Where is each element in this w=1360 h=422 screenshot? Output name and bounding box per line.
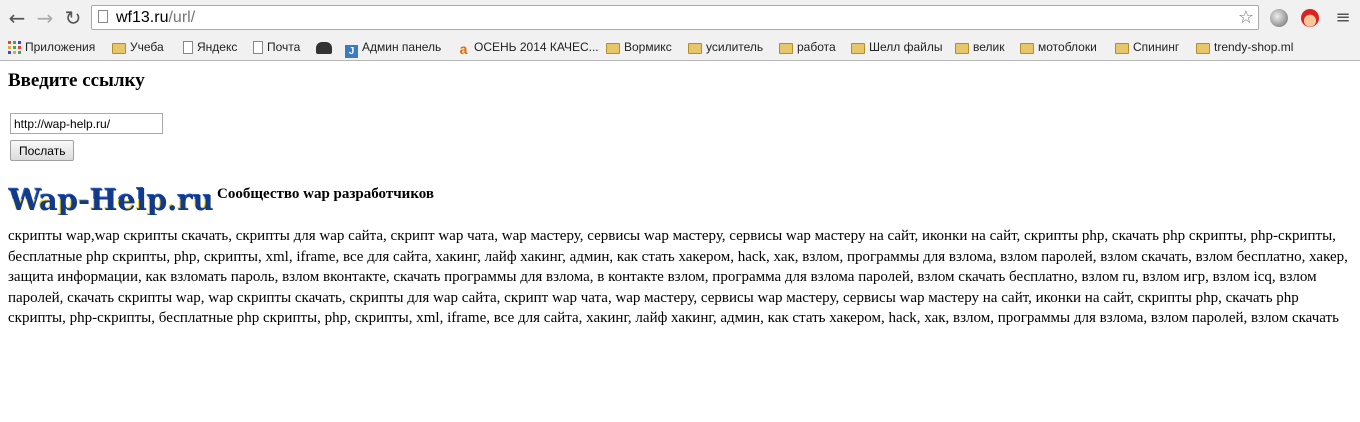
address-url[interactable]: wf13.ru/url/ (116, 9, 195, 27)
bookmark-label: Вормикс (624, 40, 672, 54)
bookmark-wormix[interactable]: Вормикс (606, 39, 672, 55)
bookmark-label: Шелл файлы (869, 40, 943, 54)
bookmark-label: ОСЕНЬ 2014 КАЧЕС... (474, 40, 599, 54)
bookmark-ucheba[interactable]: Учеба (112, 39, 164, 55)
menu-icon[interactable]: ≡ (1335, 7, 1351, 29)
folder-icon (688, 43, 702, 54)
browser-toolbar: ← → ↻ wf13.ru/url/ ☆ ≡ (0, 0, 1360, 36)
bookmark-spining[interactable]: Спининг (1115, 39, 1179, 55)
santa-icon[interactable] (1301, 9, 1319, 27)
logo-text: Wap-Help.ru (8, 183, 213, 215)
url-host: wf13.ru (116, 9, 169, 26)
bookmark-motobloki[interactable]: мотоблоки (1020, 39, 1097, 55)
page-content: Введите ссылку Послать Wap-Help.ru Сообщ… (8, 64, 1356, 326)
bookmark-usilitel[interactable]: усилитель (688, 39, 763, 55)
bookmark-osen-2014[interactable]: a ОСЕНЬ 2014 КАЧЕС... (457, 39, 599, 57)
bookmark-admin-panel[interactable]: J Админ панель (345, 39, 442, 58)
bookmark-label: усилитель (706, 40, 764, 54)
bookmark-label: Приложения (25, 40, 96, 54)
folder-icon (1020, 43, 1034, 54)
bookmark-label: Почта (267, 40, 301, 54)
bookmark-spy[interactable] (316, 39, 336, 55)
bookmark-label: мотоблоки (1038, 40, 1097, 54)
folder-icon (112, 43, 126, 54)
address-bar[interactable]: wf13.ru/url/ ☆ (91, 5, 1259, 30)
url-path: /url/ (168, 9, 196, 26)
spy-icon (316, 42, 332, 54)
bookmark-label: работа (797, 40, 836, 54)
forward-icon[interactable]: → (34, 7, 56, 29)
bookmark-yandex[interactable]: Яндекс (183, 39, 237, 55)
page-icon (98, 10, 108, 23)
bookmark-label: Учеба (130, 40, 164, 54)
page-icon (183, 41, 193, 54)
bookmark-rabota[interactable]: работа (779, 39, 836, 55)
folder-icon (779, 43, 793, 54)
folder-icon (1196, 43, 1210, 54)
folder-icon (851, 43, 865, 54)
bookmark-label: trendy-shop.ml (1214, 40, 1294, 54)
folder-icon (955, 43, 969, 54)
bookmark-shell-files[interactable]: Шелл файлы (851, 39, 943, 55)
bookmark-velik[interactable]: велик (955, 39, 1004, 55)
site-tagline: Сообщество wap разработчиков (217, 186, 434, 202)
site-logo[interactable]: Wap-Help.ru (8, 183, 214, 215)
bookmark-trendy-shop[interactable]: trendy-shop.ml (1196, 39, 1293, 55)
bookmark-label: Яндекс (197, 40, 238, 54)
folder-icon (1115, 43, 1129, 54)
folder-icon (606, 43, 620, 54)
bookmark-label: Спининг (1133, 40, 1180, 54)
a-letter-icon: a (459, 41, 468, 57)
keywords-text: скрипты wap,wap скрипты скачать, скрипты… (8, 228, 1348, 326)
page-title: Введите ссылку (8, 70, 145, 91)
globe-icon[interactable] (1270, 9, 1288, 27)
bookmark-label: Админ панель (362, 40, 442, 54)
bookmark-label: велик (973, 40, 1005, 54)
bookmark-apps[interactable]: Приложения (8, 39, 95, 55)
reload-icon[interactable]: ↻ (62, 7, 84, 29)
star-icon[interactable]: ☆ (1238, 6, 1254, 29)
back-icon[interactable]: ← (6, 7, 28, 29)
browser-chrome: ← → ↻ wf13.ru/url/ ☆ ≡ Приложения Учеба … (0, 0, 1360, 61)
bookmarks-bar: Приложения Учеба Яндекс Почта J Админ пан… (0, 36, 1360, 58)
page-icon (253, 41, 263, 54)
submit-button[interactable]: Послать (10, 140, 75, 161)
url-input[interactable] (10, 113, 163, 134)
apps-grid-icon (8, 41, 21, 54)
joomla-icon: J (345, 45, 358, 58)
bookmark-pochta[interactable]: Почта (253, 39, 300, 55)
